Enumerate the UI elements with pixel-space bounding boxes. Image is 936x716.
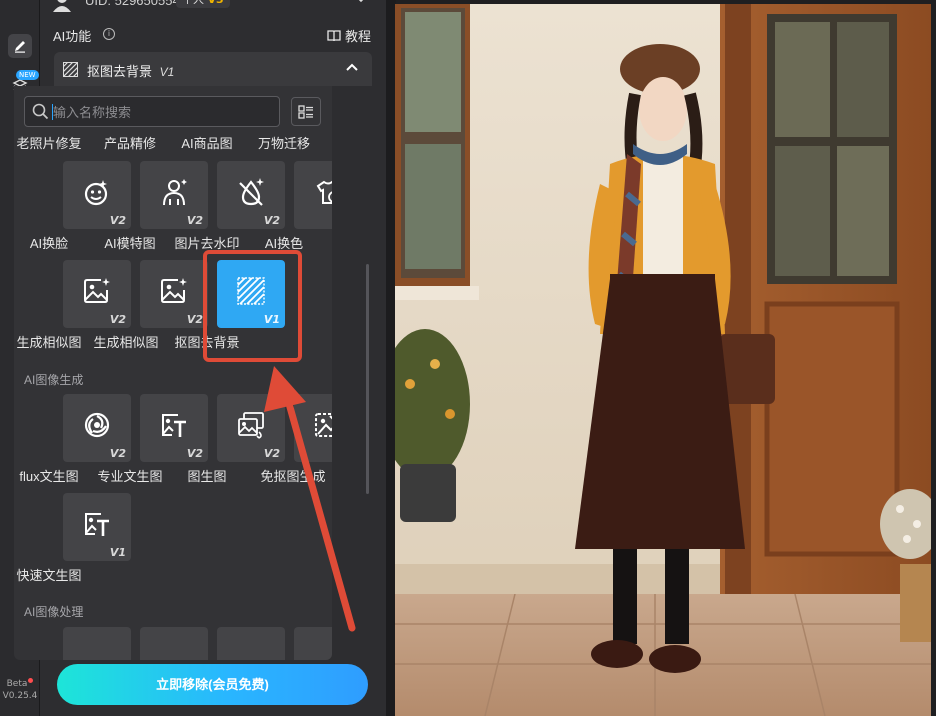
tool-ai-recolor[interactable]: V2: [294, 161, 332, 229]
tool-label-object-transfer[interactable]: 万物迁移: [241, 133, 327, 152]
tool-watermark-remove[interactable]: V2: [217, 161, 285, 229]
tool-label-pro-text-to-image[interactable]: 专业文生图: [87, 466, 173, 485]
category-ai-generate: AI图像生成: [24, 373, 84, 387]
photo-canvas[interactable]: [395, 4, 931, 716]
cutout-icon: [63, 62, 78, 77]
model-icon: [163, 179, 187, 206]
flux-icon: [84, 412, 110, 438]
avatar-icon[interactable]: [52, 0, 72, 12]
tool-label-image-to-image[interactable]: 图生图: [164, 466, 250, 485]
similar-image-icon: [161, 278, 187, 303]
category-ai-process: AI图像处理: [24, 605, 84, 619]
text-to-image-icon: [162, 414, 186, 437]
function-dropdown[interactable]: 抠图去背景 V1: [54, 52, 372, 86]
annotation-arrow-icon: [264, 366, 356, 632]
tool-ai-model[interactable]: V2: [140, 161, 208, 229]
tool-label-ai-product[interactable]: AI商品图: [164, 133, 250, 152]
tool-label-similar-image-2[interactable]: 生成相似图: [83, 332, 169, 351]
tool-process-1[interactable]: [63, 627, 131, 660]
tool-quick-text-to-image[interactable]: V1: [63, 493, 131, 561]
tool-process-2[interactable]: [140, 627, 208, 660]
remove-now-button[interactable]: 立即移除(会员免费): [57, 664, 368, 705]
book-icon: [327, 29, 341, 41]
similar-image-icon: [84, 278, 110, 303]
highlight-box: [203, 250, 302, 362]
tool-label-old-photo[interactable]: 老照片修复: [14, 133, 92, 152]
chevron-up-icon[interactable]: [346, 63, 358, 71]
list-view-button[interactable]: [291, 97, 321, 126]
plan-badge: 个人 V3: [176, 0, 230, 8]
account-bar: UID: 5296505547 个人 V3: [40, 0, 386, 14]
quick-text-image-icon: [85, 513, 109, 536]
account-caret-icon[interactable]: [356, 0, 366, 3]
edit-tool-icon[interactable]: [8, 34, 32, 58]
list-view-icon: [298, 104, 313, 119]
uid-text: UID: 5296505547: [85, 0, 187, 8]
tool-label-ai-face-swap[interactable]: AI换脸: [14, 233, 92, 252]
tool-label-similar-image-1[interactable]: 生成相似图: [14, 332, 92, 351]
watermark-remove-icon: [239, 178, 264, 206]
tool-pro-text-to-image[interactable]: V2: [140, 394, 208, 462]
palette-icon: [316, 180, 332, 204]
eraser-icon: [235, 643, 267, 660]
tool-label-ai-model[interactable]: AI模特图: [87, 233, 173, 252]
section-title: AI功能: [53, 29, 92, 44]
tool-similar-image-2[interactable]: V2: [140, 260, 208, 328]
face-swap-icon: [84, 180, 108, 206]
tool-label-flux[interactable]: flux文生图: [14, 466, 92, 485]
search-box[interactable]: [24, 96, 280, 127]
tool-label-quick-text-to-image[interactable]: 快速文生图: [14, 565, 92, 584]
new-badge: NEW: [16, 70, 39, 80]
expand-icon: [312, 643, 332, 660]
search-input[interactable]: [53, 102, 273, 122]
tool-label-product-refine[interactable]: 产品精修: [87, 133, 173, 152]
tool-similar-image-1[interactable]: V2: [63, 260, 131, 328]
beta-version-label: Beta V0.25.4: [2, 678, 38, 701]
tutorial-link[interactable]: 教程: [327, 26, 371, 45]
enhance-icon: [81, 643, 113, 660]
search-icon: [32, 103, 49, 120]
tool-ai-face-swap[interactable]: V2: [63, 161, 131, 229]
beta-dot: [28, 678, 34, 683]
brush-icon: [158, 643, 190, 660]
info-icon[interactable]: i: [103, 28, 115, 40]
tool-flux-text-to-image[interactable]: V2: [63, 394, 131, 462]
woman-portrait-image: [395, 4, 931, 716]
section-header: AI功能 i 教程: [40, 23, 386, 45]
dropdown-selected: 抠图去背景 V1: [87, 64, 175, 79]
